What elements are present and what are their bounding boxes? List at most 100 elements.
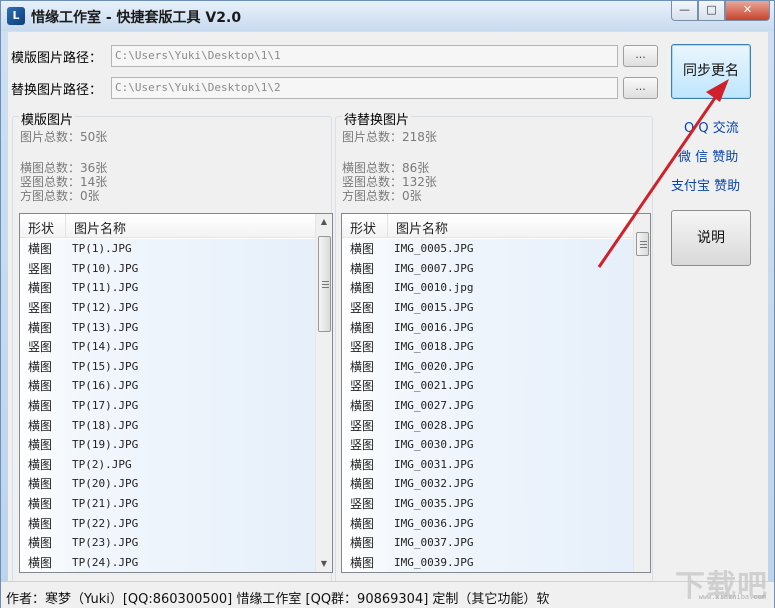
- list-item[interactable]: 竖图 IMG_0028.JPG: [342, 415, 634, 435]
- list-item[interactable]: 横图 TP(23).JPG: [20, 532, 316, 553]
- filename-cell: TP(18).JPG: [72, 418, 139, 432]
- shape-cell: 横图: [350, 477, 375, 492]
- shape-cell: 横图: [28, 320, 53, 335]
- column-header-shape[interactable]: 形状: [20, 214, 66, 237]
- scroll-up-icon[interactable]: ▲: [316, 214, 332, 230]
- list-item[interactable]: 横图 IMG_0020.JPG: [342, 356, 634, 377]
- replace-path-input[interactable]: C:\Users\Yuki\Desktop\1\2: [111, 77, 618, 99]
- filename-cell: IMG_0037.JPG: [394, 536, 474, 550]
- list-item[interactable]: 横图 TP(1).JPG: [20, 239, 316, 259]
- list-item[interactable]: 横图 TP(17).JPG: [20, 395, 316, 416]
- template-landscape-count: 横图总数：36张: [20, 161, 108, 175]
- shape-cell: 竖图: [28, 261, 53, 276]
- template-group-title: 模版图片: [19, 109, 76, 128]
- list-item[interactable]: 竖图 IMG_0021.JPG: [342, 376, 634, 396]
- shape-cell: 竖图: [28, 301, 53, 316]
- column-header-name[interactable]: 图片名称: [388, 214, 650, 237]
- list-item[interactable]: 横图 IMG_0007.JPG: [342, 258, 634, 279]
- replace-path-label: 替换图片路径：: [11, 82, 103, 98]
- alipay-donate-link[interactable]: 支付宝 赞助: [671, 175, 740, 194]
- shape-cell: 横图: [350, 536, 375, 551]
- filename-cell: TP(15).JPG: [72, 359, 139, 373]
- list-item[interactable]: 竖图 TP(12).JPG: [20, 297, 316, 318]
- minimize-button[interactable]: —: [671, 1, 698, 21]
- filename-cell: TP(1).JPG: [72, 242, 132, 256]
- list-item[interactable]: 横图 TP(16).JPG: [20, 376, 316, 396]
- list-item[interactable]: 横图 TP(20).JPG: [20, 474, 316, 494]
- shape-cell: 横图: [28, 281, 53, 296]
- client-area: 模版图片路径： C:\Users\Yuki\Desktop\1\1 ... 替换…: [8, 32, 768, 608]
- list-item[interactable]: 横图 IMG_0031.JPG: [342, 454, 634, 475]
- list-item[interactable]: 横图 IMG_0032.JPG: [342, 474, 634, 494]
- list-item[interactable]: 竖图 TP(10).JPG: [20, 258, 316, 279]
- maximize-button[interactable]: □: [698, 1, 725, 21]
- list-item[interactable]: 横图 TP(24).JPG: [20, 552, 316, 572]
- shape-cell: 竖图: [350, 418, 375, 433]
- window-controls: — □ ✕: [671, 1, 770, 21]
- scroll-down-icon[interactable]: ▼: [316, 556, 332, 572]
- sync-rename-button[interactable]: 同步更名: [671, 44, 751, 99]
- list-item[interactable]: 横图 IMG_0036.JPG: [342, 513, 634, 533]
- scroll-thumb[interactable]: [318, 236, 331, 332]
- title-bar[interactable]: L 惜缘工作室 - 快捷套版工具 V2.0 — □ ✕: [1, 1, 774, 31]
- list-item[interactable]: 横图 TP(2).JPG: [20, 454, 316, 475]
- filename-cell: TP(11).JPG: [72, 281, 139, 295]
- filename-cell: TP(2).JPG: [72, 457, 132, 471]
- shape-cell: 竖图: [350, 340, 375, 355]
- list-item[interactable]: 横图 IMG_0039.JPG: [342, 552, 634, 572]
- list-item[interactable]: 横图 TP(22).JPG: [20, 513, 316, 533]
- list-item[interactable]: 横图 IMG_0016.JPG: [342, 317, 634, 337]
- filename-cell: IMG_0027.JPG: [394, 399, 474, 413]
- qq-contact-link[interactable]: Q Q 交流: [684, 117, 739, 136]
- filename-cell: TP(10).JPG: [72, 261, 139, 275]
- shape-cell: 竖图: [350, 438, 375, 453]
- list-item[interactable]: 竖图 IMG_0035.JPG: [342, 493, 634, 514]
- shape-cell: 横图: [28, 242, 53, 257]
- list-item[interactable]: 横图 IMG_0037.JPG: [342, 532, 634, 553]
- shape-cell: 横图: [350, 555, 375, 570]
- close-button[interactable]: ✕: [725, 1, 770, 21]
- shape-cell: 横图: [28, 536, 53, 551]
- list-item[interactable]: 横图 IMG_0010.jpg: [342, 278, 634, 298]
- column-header-name[interactable]: 图片名称: [66, 214, 332, 237]
- template-image-list[interactable]: 形状 图片名称 横图 TP(1).JPG 竖图 TP(10).JPG 横图 TP(11).…: [19, 213, 333, 573]
- help-button[interactable]: 说明: [671, 210, 751, 266]
- shape-cell: 竖图: [350, 379, 375, 394]
- filename-cell: TP(19).JPG: [72, 438, 139, 452]
- list-item[interactable]: 横图 TP(11).JPG: [20, 278, 316, 298]
- list-item[interactable]: 横图 TP(19).JPG: [20, 434, 316, 455]
- list-item[interactable]: 横图 TP(13).JPG: [20, 317, 316, 337]
- watermark-url: www.xiazaiba.com: [698, 593, 766, 601]
- shape-cell: 横图: [350, 359, 375, 374]
- shape-cell: 横图: [28, 555, 53, 570]
- column-header-shape[interactable]: 形状: [342, 214, 388, 237]
- template-path-row: 模版图片路径： C:\Users\Yuki\Desktop\1\1 ...: [11, 44, 658, 68]
- list-item[interactable]: 横图 TP(15).JPG: [20, 356, 316, 377]
- replace-browse-button[interactable]: ...: [623, 77, 658, 99]
- list-item[interactable]: 竖图 IMG_0030.JPG: [342, 434, 634, 455]
- list-item[interactable]: 横图 IMG_0027.JPG: [342, 395, 634, 416]
- replace-list-header: 形状 图片名称: [342, 214, 650, 238]
- list-item[interactable]: 竖图 IMG_0015.JPG: [342, 297, 634, 318]
- list-item[interactable]: 横图 TP(21).JPG: [20, 493, 316, 514]
- list-item[interactable]: 竖图 IMG_0018.JPG: [342, 336, 634, 357]
- filename-cell: TP(16).JPG: [72, 379, 139, 393]
- template-list-scrollbar[interactable]: ▲ ▼: [315, 214, 332, 572]
- template-portrait-count: 竖图总数：14张: [20, 175, 108, 189]
- list-item[interactable]: 横图 IMG_0005.JPG: [342, 239, 634, 259]
- filename-cell: IMG_0015.JPG: [394, 301, 474, 315]
- list-item[interactable]: 横图 TP(18).JPG: [20, 415, 316, 435]
- wechat-donate-link[interactable]: 微 信 赞助: [678, 146, 738, 165]
- template-browse-button[interactable]: ...: [623, 45, 658, 67]
- replace-group-title: 待替换图片: [342, 109, 412, 128]
- list-item[interactable]: 竖图 TP(14).JPG: [20, 336, 316, 357]
- filename-cell: IMG_0010.jpg: [394, 281, 474, 295]
- shape-cell: 横图: [350, 516, 375, 531]
- shape-cell: 竖图: [28, 340, 53, 355]
- replace-image-list[interactable]: 形状 图片名称 横图 IMG_0005.JPG 横图 IMG_0007.JPG 横图 IM…: [341, 213, 651, 573]
- app-logo-icon: L: [7, 7, 25, 25]
- scroll-thumb[interactable]: [636, 232, 649, 256]
- replace-list-scrollbar[interactable]: [633, 214, 650, 572]
- template-path-label: 模版图片路径：: [11, 50, 103, 66]
- template-path-input[interactable]: C:\Users\Yuki\Desktop\1\1: [111, 45, 618, 67]
